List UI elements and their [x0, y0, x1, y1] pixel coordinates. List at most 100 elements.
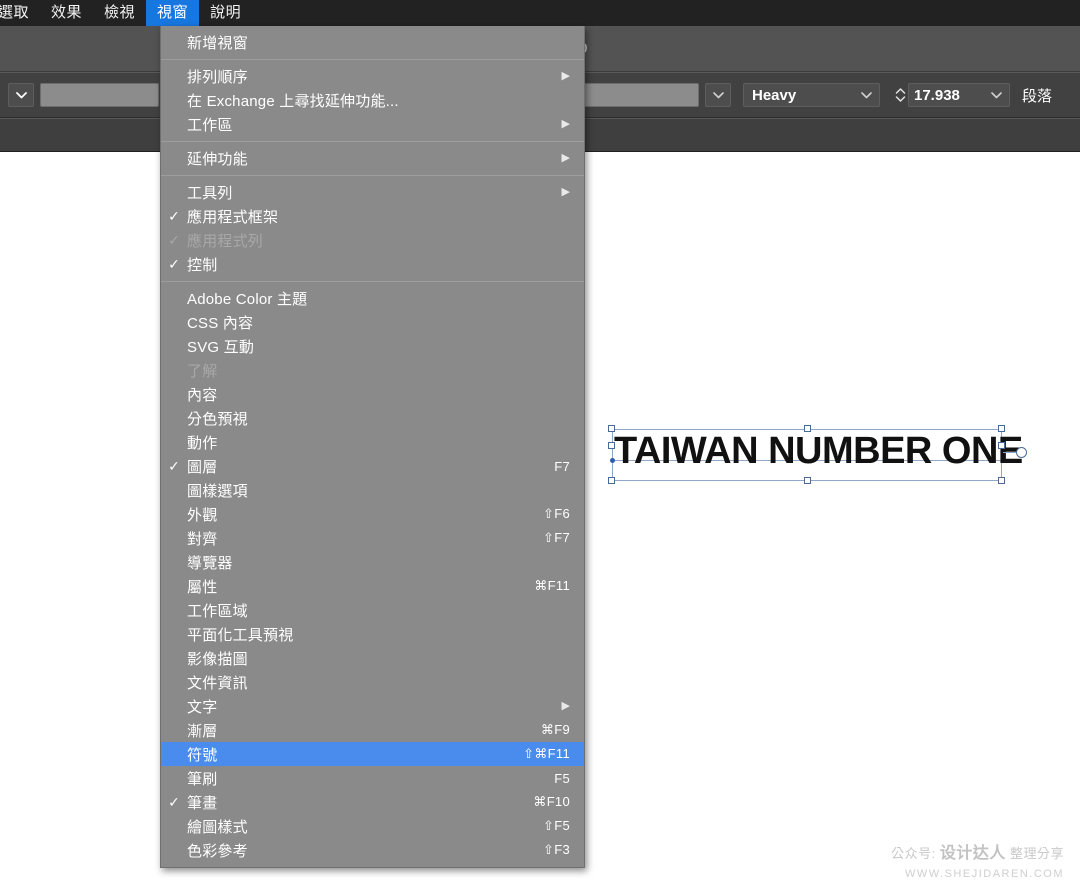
menu-item[interactable]: 新增視窗	[161, 30, 584, 54]
menu-item[interactable]: 繪圖樣式 ⇧F5	[161, 814, 584, 838]
menu-item[interactable]: 對齊 ⇧F7	[161, 526, 584, 550]
menu-item-label: 屬性	[187, 578, 218, 596]
menu-item-label: 對齊	[187, 530, 218, 548]
selection-handle-middle-right[interactable]	[998, 442, 1005, 449]
font-style-value[interactable]: Heavy	[743, 83, 854, 107]
font-name-chevron-down-icon[interactable]	[705, 83, 731, 107]
menu-item-label: 延伸功能	[187, 150, 248, 168]
menu-item-shortcut: ⌘F11	[534, 578, 570, 593]
menu-item[interactable]: 導覽器	[161, 550, 584, 574]
submenu-arrow-icon: ▶	[561, 185, 570, 198]
watermark-brand: 设计达人	[939, 844, 1006, 862]
menu-item-label: 在 Exchange 上尋找延伸功能...	[187, 92, 399, 110]
menu-item[interactable]: 動作	[161, 430, 584, 454]
menu-item-label: 漸層	[187, 722, 218, 740]
font-style-chevron-down-icon[interactable]	[854, 83, 880, 107]
menu-item-label: 文字	[187, 698, 218, 716]
menu-item[interactable]: 分色預視	[161, 406, 584, 430]
menu-item[interactable]: ✓ 筆畫 ⌘F10	[161, 790, 584, 814]
watermark-prefix: 公众号:	[891, 845, 936, 861]
paragraph-label[interactable]: 段落	[1022, 85, 1052, 106]
menu-item[interactable]: 色彩參考 ⇧F3	[161, 838, 584, 862]
menubar-item-2[interactable]: 檢視	[93, 0, 146, 26]
menu-item[interactable]: 屬性 ⌘F11	[161, 574, 584, 598]
menu-item[interactable]: 文字 ▶	[161, 694, 584, 718]
text-anchor-point[interactable]	[610, 458, 615, 463]
menu-item[interactable]: 在 Exchange 上尋找延伸功能...	[161, 88, 584, 112]
menu-item-shortcut: ⌘F10	[533, 794, 570, 809]
menu-item[interactable]: 平面化工具預視	[161, 622, 584, 646]
menu-item[interactable]: ✓ 圖層 F7	[161, 454, 584, 478]
menu-item-label: 文件資訊	[187, 674, 248, 692]
font-style-combo[interactable]: Heavy	[743, 73, 880, 117]
menu-item[interactable]: 符號 ⇧⌘F11	[161, 742, 584, 766]
menu-item[interactable]: 文件資訊	[161, 670, 584, 694]
menu-item[interactable]: 排列順序 ▶	[161, 64, 584, 88]
menu-item-label: 影像描圖	[187, 650, 248, 668]
watermark-url: WWW.SHEJIDAREN.COM	[905, 867, 1064, 880]
menu-item[interactable]: 工作區域	[161, 598, 584, 622]
menu-item-label: 導覽器	[187, 554, 233, 572]
selection-handle-bottom-center[interactable]	[804, 477, 811, 484]
checkmark-icon: ✓	[168, 458, 180, 474]
text-rotation-connector	[1003, 452, 1017, 453]
font-size-stepper[interactable]	[892, 83, 908, 107]
submenu-arrow-icon: ▶	[561, 69, 570, 82]
selection-handle-top-left[interactable]	[608, 425, 615, 432]
font-size-chevron-down-icon[interactable]	[984, 83, 1010, 107]
font-size-combo[interactable]: 17.938	[892, 73, 1010, 117]
menu-item-label: 筆畫	[187, 794, 218, 812]
font-size-input[interactable]: 17.938	[908, 83, 984, 107]
font-family-chevron-down-icon[interactable]	[8, 83, 34, 107]
submenu-arrow-icon: ▶	[561, 117, 570, 130]
menu-item[interactable]: 圖樣選項	[161, 478, 584, 502]
menubar-item-0[interactable]: 選取	[0, 0, 40, 26]
selection-handle-bottom-left[interactable]	[608, 477, 615, 484]
menubar-item-4[interactable]: 說明	[199, 0, 252, 26]
menu-item-label: 內容	[187, 386, 218, 404]
text-rotation-handle[interactable]	[1016, 447, 1027, 458]
menu-item[interactable]: SVG 互動	[161, 334, 584, 358]
selection-handle-bottom-right[interactable]	[998, 477, 1005, 484]
menu-item-label: 工作區	[187, 116, 233, 134]
menu-item-label: 工作區域	[187, 602, 248, 620]
menu-item-label: 排列順序	[187, 68, 248, 86]
menu-item[interactable]: ✓ 控制	[161, 252, 584, 276]
menu-item[interactable]: 工作區 ▶	[161, 112, 584, 136]
menu-item-shortcut: ⇧F6	[543, 506, 570, 521]
font-family-combo[interactable]	[8, 73, 159, 117]
menu-item[interactable]: Adobe Color 主題	[161, 286, 584, 310]
menu-section-1: 排列順序 ▶ 在 Exchange 上尋找延伸功能... 工作區 ▶	[161, 60, 584, 141]
selection-handle-middle-left[interactable]	[608, 442, 615, 449]
menu-item-shortcut: ⇧F7	[543, 530, 570, 545]
menu-item-shortcut: ⌘F9	[540, 722, 570, 737]
menu-item[interactable]: 內容	[161, 382, 584, 406]
menu-item-label: 了解	[187, 362, 218, 380]
menu-item[interactable]: 漸層 ⌘F9	[161, 718, 584, 742]
menu-section-3: 工具列 ▶ ✓ 應用程式框架 ✓ 應用程式列 ✓ 控制	[161, 176, 584, 281]
menu-section-4: Adobe Color 主題 CSS 內容 SVG 互動了解內容分色預視動作 ✓ 圖層 F…	[161, 282, 584, 867]
menu-item-label: 工具列	[187, 184, 233, 202]
menu-item: ✓ 應用程式列	[161, 228, 584, 252]
menu-item[interactable]: 外觀 ⇧F6	[161, 502, 584, 526]
font-family-input[interactable]	[40, 83, 159, 107]
menu-item[interactable]: 影像描圖	[161, 646, 584, 670]
menu-item-label: Adobe Color 主題	[187, 290, 308, 308]
selection-handle-top-center[interactable]	[804, 425, 811, 432]
menu-item[interactable]: 筆刷 F5	[161, 766, 584, 790]
submenu-arrow-icon: ▶	[561, 151, 570, 164]
window-menu-dropdown[interactable]: 新增視窗 排列順序 ▶ 在 Exchange 上尋找延伸功能... 工作區 ▶ 延伸功能 ▶ 工…	[160, 26, 585, 868]
selected-text-object[interactable]: TAIWAN NUMBER ONE	[608, 425, 1027, 484]
menu-item[interactable]: 工具列 ▶	[161, 180, 584, 204]
menu-item[interactable]: CSS 內容	[161, 310, 584, 334]
selection-handle-top-right[interactable]	[998, 425, 1005, 432]
menu-item[interactable]: ✓ 應用程式框架	[161, 204, 584, 228]
menu-item[interactable]: 延伸功能 ▶	[161, 146, 584, 170]
menu-item-label: 繪圖樣式	[187, 818, 248, 836]
menubar-item-3[interactable]: 視窗	[146, 0, 200, 26]
menu-item-label: 外觀	[187, 506, 218, 524]
menu-item-label: 色彩參考	[187, 842, 248, 860]
menubar-item-1[interactable]: 效果	[40, 0, 93, 26]
watermark-line-1: 公众号: 设计达人 整理分享	[891, 842, 1064, 866]
menu-item-label: 分色預視	[187, 410, 248, 428]
